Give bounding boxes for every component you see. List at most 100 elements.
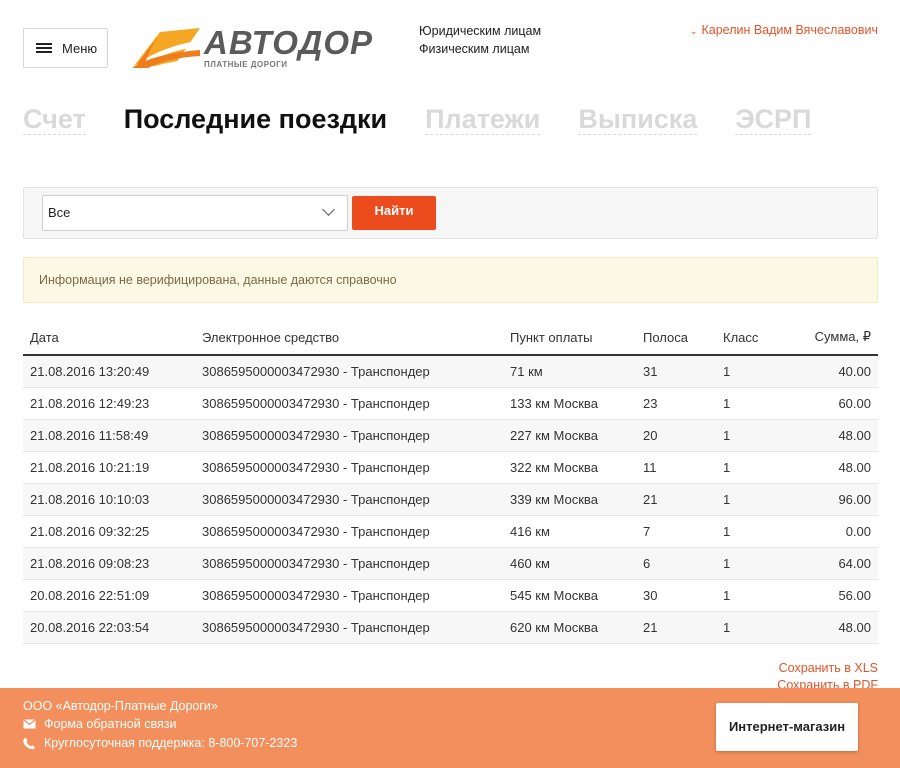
verification-notice: Информация не верифицирована, данные даю… [23,257,878,303]
table-row: 21.08.2016 09:08:23 3086595000003472930 -… [23,547,878,580]
tab-payments[interactable]: Платежи [425,104,541,135]
cell-device: 3086595000003472930 - Транспондер [195,355,503,388]
cell-date: 21.08.2016 10:10:03 [23,483,195,516]
cell-class: 1 [716,483,788,516]
menu-label: Меню [62,40,98,56]
cell-lane: 21 [636,611,716,644]
cell-class: 1 [716,515,788,548]
online-shop-button[interactable]: Интернет-магазин [716,703,858,751]
cell-payment-point: 460 км [503,547,636,580]
support-line[interactable]: Круглосуточная поддержка: 8-800-707-2323 [23,736,297,750]
cell-payment-point: 416 км [503,515,636,548]
cell-date: 21.08.2016 10:21:19 [23,451,195,484]
hamburger-icon [36,42,52,54]
cell-date: 21.08.2016 11:58:49 [23,419,195,452]
cell-device: 3086595000003472930 - Транспондер [195,547,503,580]
tab-account[interactable]: Счет [23,104,86,135]
column-class[interactable]: Класс [716,320,788,356]
column-date[interactable]: Дата [23,320,195,356]
cell-device: 3086595000003472930 - Транспондер [195,483,503,516]
feedback-link[interactable]: Форма обратной связи [23,717,176,731]
cell-lane: 7 [636,515,716,548]
menu-button[interactable]: Меню [23,28,108,68]
trips-table: Дата Электронное средство Пункт оплаты П… [23,320,878,644]
cell-date: 21.08.2016 12:49:23 [23,387,195,420]
chevron-down-icon: ⌄ [689,26,698,36]
table-row: 21.08.2016 11:58:49 3086595000003472930 -… [23,419,878,452]
cell-amount: 48.00 [788,611,878,644]
legal-entities-link[interactable]: Юридическим лицам [419,22,541,40]
save-xls-link[interactable]: Сохранить в XLS [777,660,878,677]
table-row: 21.08.2016 12:49:23 3086595000003472930 -… [23,387,878,420]
cell-device: 3086595000003472930 - Транспондер [195,515,503,548]
cell-class: 1 [716,387,788,420]
table-row: 20.08.2016 22:03:54 3086595000003472930 -… [23,611,878,644]
logo-subtitle: ПЛАТНЫЕ ДОРОГИ [204,60,288,69]
section-tabs: Счет Последние поездки Платежи Выписка Э… [23,104,849,135]
user-name: Карелин Вадим Вячеславович [701,23,878,37]
table-row: 21.08.2016 10:10:03 3086595000003472930 -… [23,483,878,516]
cell-lane: 23 [636,387,716,420]
cell-payment-point: 339 км Москва [503,483,636,516]
find-button[interactable]: Найти [352,196,436,230]
cell-date: 21.08.2016 13:20:49 [23,355,195,388]
cell-amount: 64.00 [788,547,878,580]
cell-amount: 40.00 [788,355,878,388]
cell-class: 1 [716,419,788,452]
cell-payment-point: 545 км Москва [503,579,636,612]
cell-payment-point: 71 км [503,355,636,388]
logo-stripes-icon [132,28,200,68]
cell-device: 3086595000003472930 - Транспондер [195,579,503,612]
cell-date: 21.08.2016 09:08:23 [23,547,195,580]
company-name: ООО «Автодор-Платные Дороги» [23,699,218,713]
table-header-row: Дата Электронное средство Пункт оплаты П… [23,320,878,356]
cell-lane: 20 [636,419,716,452]
column-device[interactable]: Электронное средство [195,320,503,356]
select-value: Все [48,205,71,220]
cell-amount: 56.00 [788,579,878,612]
footer: ООО «Автодор-Платные Дороги» Форма обрат… [0,688,900,768]
table-row: 21.08.2016 10:21:19 3086595000003472930 -… [23,451,878,484]
column-amount[interactable]: Сумма, ₽ [788,320,878,356]
user-menu[interactable]: ⌄ Карелин Вадим Вячеславович [690,23,878,37]
envelope-icon [23,718,37,730]
cell-device: 3086595000003472930 - Транспондер [195,451,503,484]
cell-amount: 48.00 [788,451,878,484]
cell-amount: 96.00 [788,483,878,516]
table-row: 21.08.2016 09:32:25 3086595000003472930 -… [23,515,878,548]
support-label: Круглосуточная поддержка: 8-800-707-2323 [44,736,298,750]
cell-amount: 48.00 [788,419,878,452]
cell-device: 3086595000003472930 - Транспондер [195,387,503,420]
cell-lane: 21 [636,483,716,516]
tab-statement[interactable]: Выписка [578,104,698,135]
cell-amount: 0.00 [788,515,878,548]
cell-date: 21.08.2016 09:32:25 [23,515,195,548]
column-payment-point[interactable]: Пункт оплаты [503,320,636,356]
cell-device: 3086595000003472930 - Транспондер [195,611,503,644]
cell-class: 1 [716,547,788,580]
cell-lane: 6 [636,547,716,580]
table-row: 20.08.2016 22:51:09 3086595000003472930 -… [23,579,878,612]
cell-lane: 31 [636,355,716,388]
individuals-link[interactable]: Физическим лицам [419,40,541,58]
table-row: 21.08.2016 13:20:49 3086595000003472930 -… [23,355,878,388]
cell-payment-point: 620 км Москва [503,611,636,644]
cell-class: 1 [716,451,788,484]
cell-class: 1 [716,579,788,612]
chevron-down-icon [322,203,335,216]
cell-class: 1 [716,611,788,644]
column-lane[interactable]: Полоса [636,320,716,356]
logo-text: АВТОДОР [204,24,374,61]
logo[interactable]: АВТОДОР ПЛАТНЫЕ ДОРОГИ [130,26,390,72]
feedback-label: Форма обратной связи [44,717,177,731]
cell-amount: 60.00 [788,387,878,420]
cell-lane: 11 [636,451,716,484]
cell-payment-point: 133 км Москва [503,387,636,420]
device-select[interactable]: Все [42,195,348,231]
cell-date: 20.08.2016 22:03:54 [23,611,195,644]
cell-payment-point: 227 км Москва [503,419,636,452]
tab-recent-trips[interactable]: Последние поездки [124,104,387,135]
cell-lane: 30 [636,579,716,612]
tab-esrp[interactable]: ЭСРП [735,104,812,135]
audience-links: Юридическим лицам Физическим лицам [419,22,541,58]
